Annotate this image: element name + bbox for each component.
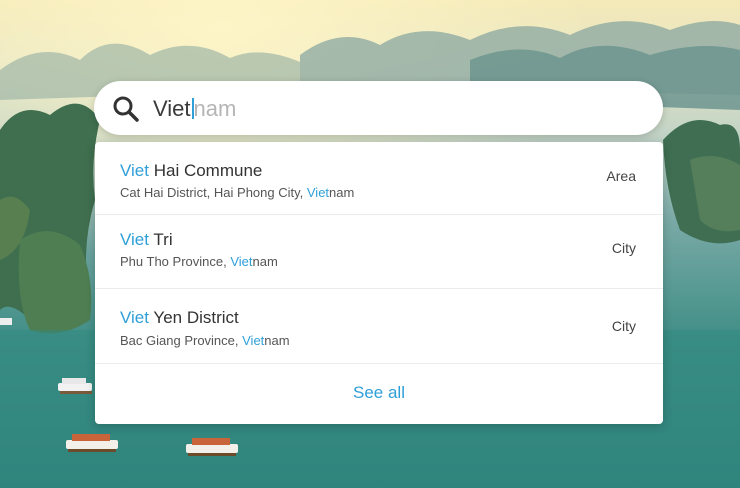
search-autocomplete-suggestion: nam [193, 96, 237, 121]
result-title-rest: Yen District [149, 308, 239, 327]
result-title-rest: Tri [149, 230, 173, 249]
result-subtitle-prefix: Cat Hai District, Hai Phong City, [120, 185, 307, 200]
result-item[interactable]: Viet Tri Phu Tho Province, Vietnam City [95, 215, 663, 289]
result-subtitle-prefix: Phu Tho Province, [120, 254, 231, 269]
result-subtitle: Bac Giang Province, Vietnam [120, 333, 290, 348]
result-subtitle-rest: nam [329, 185, 355, 200]
result-subtitle-rest: nam [264, 333, 290, 348]
result-title-highlight: Viet [120, 308, 149, 327]
result-subtitle-highlight: Viet [242, 333, 265, 348]
result-subtitle: Cat Hai District, Hai Phong City, Vietna… [120, 185, 354, 200]
search-input[interactable]: Viet nam [153, 96, 236, 122]
see-all-link[interactable]: See all [95, 363, 663, 423]
search-typed-text: Viet [153, 96, 191, 121]
result-title-highlight: Viet [120, 161, 149, 180]
result-subtitle-highlight: Viet [306, 185, 330, 200]
search-icon[interactable] [111, 94, 141, 124]
result-type: Area [606, 168, 636, 184]
result-title: Viet Tri [120, 230, 173, 250]
result-subtitle-rest: nam [252, 254, 278, 269]
result-subtitle: Phu Tho Province, Vietnam [120, 254, 278, 269]
result-item[interactable]: Viet Yen District Bac Giang Province, Vi… [95, 289, 663, 364]
result-subtitle-highlight: Viet [230, 254, 253, 269]
result-title: Viet Yen District [120, 308, 239, 328]
results-dropdown: Viet Hai Commune Cat Hai District, Hai P… [95, 142, 663, 424]
result-type: City [611, 318, 636, 334]
result-type: City [611, 240, 636, 256]
result-item[interactable]: Viet Hai Commune Cat Hai District, Hai P… [95, 142, 663, 215]
result-title: Viet Hai Commune [120, 161, 262, 181]
result-title-highlight: Viet [120, 230, 149, 249]
result-subtitle-prefix: Bac Giang Province, [120, 333, 243, 348]
result-title-rest: Hai Commune [149, 161, 263, 180]
